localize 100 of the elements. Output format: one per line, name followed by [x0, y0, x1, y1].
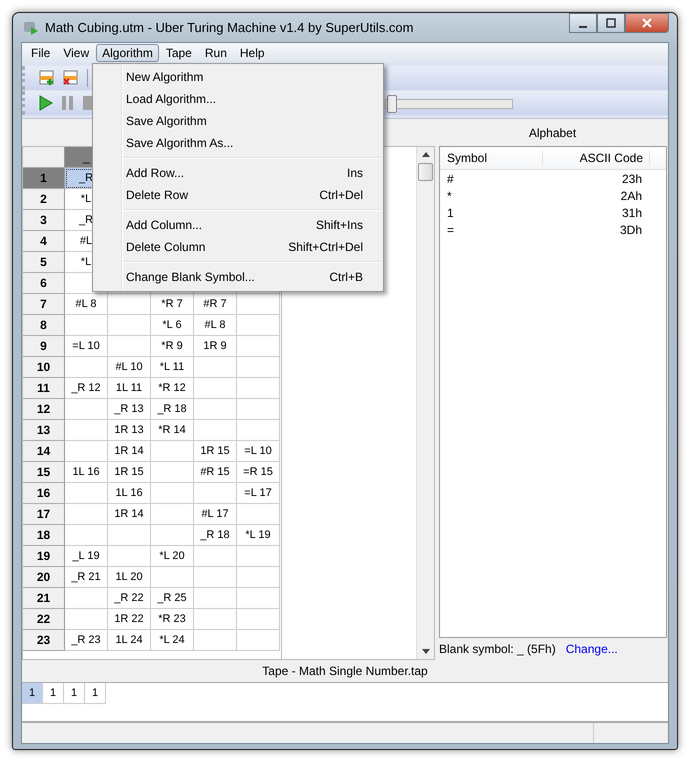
table-cell: *R 23 [151, 609, 194, 630]
table-cell: 1R 22 [108, 609, 151, 630]
tape-cell[interactable]: 1 [43, 683, 64, 704]
maximize-button[interactable] [597, 13, 625, 33]
table-cell [65, 483, 108, 504]
table-cell [237, 399, 280, 420]
table-cell [151, 462, 194, 483]
table-cell: #R 15 [194, 462, 237, 483]
row-header[interactable]: 11 [23, 378, 65, 399]
table-cell: 1R 14 [108, 504, 151, 525]
menu-item[interactable]: File [25, 44, 56, 62]
menu-item[interactable]: Help [234, 44, 271, 62]
minimize-button[interactable] [569, 13, 597, 33]
row-header[interactable]: 15 [23, 462, 65, 483]
menu-entry[interactable]: Save Algorithm [93, 110, 383, 132]
table-cell: _L 19 [65, 546, 108, 567]
row-header[interactable]: 3 [23, 210, 65, 231]
row-header[interactable]: 18 [23, 525, 65, 546]
ascii-code-text: 3Dh [618, 222, 643, 236]
tape-cell[interactable]: 1 [22, 683, 43, 704]
table-cell: #L 8 [194, 315, 237, 336]
table-cell [194, 399, 237, 420]
table-cell: #L 17 [194, 504, 237, 525]
row-header[interactable]: 13 [23, 420, 65, 441]
play-icon[interactable] [39, 95, 53, 111]
scroll-down-icon[interactable] [422, 649, 430, 654]
menu-item[interactable]: Run [198, 44, 233, 62]
row-header[interactable]: 20 [23, 567, 65, 588]
row-header[interactable]: 19 [23, 546, 65, 567]
row-header[interactable]: 23 [23, 630, 65, 651]
table-cell [237, 420, 280, 441]
table-cell [237, 609, 280, 630]
table-cell [65, 315, 108, 336]
row-header[interactable]: 9 [23, 336, 65, 357]
row-header[interactable]: 8 [23, 315, 65, 336]
table-cell [237, 357, 280, 378]
table-cell: _R 18 [194, 525, 237, 546]
row-header[interactable]: 16 [23, 483, 65, 504]
table-cell [65, 504, 108, 525]
table-cell [65, 525, 108, 546]
window-title: Math Cubing.utm - Uber Turing Machine v1.4 by SuperUtils.com [45, 20, 414, 35]
table-cell: #L 10 [108, 357, 151, 378]
table-cell [194, 630, 237, 651]
app-icon [23, 20, 39, 36]
menu-entry[interactable]: Load Algorithm... [93, 88, 383, 110]
row-header[interactable]: 2 [23, 189, 65, 210]
table-cell [151, 567, 194, 588]
table-cell [108, 546, 151, 567]
table-cell [237, 546, 280, 567]
table-cell [108, 525, 151, 546]
row-header[interactable]: 6 [23, 273, 65, 294]
table-cell: *R 14 [151, 420, 194, 441]
delete-table-icon[interactable] [63, 70, 79, 86]
speed-slider[interactable] [385, 94, 515, 112]
menu-item[interactable]: Tape [160, 44, 198, 62]
scrollbar[interactable] [416, 147, 434, 659]
row-header[interactable]: 17 [23, 504, 65, 525]
row-header[interactable]: 7 [23, 294, 65, 315]
scroll-up-icon[interactable] [422, 152, 430, 157]
table-cell [237, 588, 280, 609]
tape-cell[interactable]: 1 [85, 683, 106, 704]
table-cell: _R 13 [108, 399, 151, 420]
scroll-thumb[interactable] [418, 163, 433, 181]
table-cell: 1L 11 [108, 378, 151, 399]
tape-cell[interactable]: 1 [64, 683, 85, 704]
symbol-text: * [446, 188, 453, 202]
column-header[interactable]: Symbol [440, 151, 543, 165]
symbol-text: 1 [446, 206, 455, 220]
table-cell: _R 21 [65, 567, 108, 588]
table-cell: *L 11 [151, 357, 194, 378]
table-cell: *L 19 [237, 525, 280, 546]
table-cell: _R 12 [65, 378, 108, 399]
row-header[interactable]: 12 [23, 399, 65, 420]
row-header[interactable]: 21 [23, 588, 65, 609]
table-cell: 1L 16 [108, 483, 151, 504]
change-link[interactable]: Change... [566, 642, 618, 656]
row-header[interactable]: 1 [23, 168, 65, 189]
table-cell [65, 588, 108, 609]
ascii-code-text: 31h [620, 206, 643, 220]
menu-item[interactable]: Algorithm [96, 44, 159, 62]
minimize-icon [579, 26, 587, 28]
ascii-code-text: 23h [620, 172, 643, 186]
row-header[interactable]: 5 [23, 252, 65, 273]
table-cell: *L 24 [151, 630, 194, 651]
table-cell: *R 9 [151, 336, 194, 357]
table-cell: 1R 9 [194, 336, 237, 357]
table-cell [108, 294, 151, 315]
table-cell [237, 567, 280, 588]
table-cell [194, 546, 237, 567]
table-cell [237, 315, 280, 336]
menu-item[interactable]: View [57, 44, 96, 62]
table-cell: _R 23 [65, 630, 108, 651]
column-header[interactable]: ASCII Code [543, 151, 650, 165]
row-header[interactable]: 4 [23, 231, 65, 252]
row-header[interactable]: 22 [23, 609, 65, 630]
row-header[interactable]: 14 [23, 441, 65, 462]
add-table-icon[interactable] [39, 70, 55, 86]
close-button[interactable] [625, 13, 669, 33]
table-cell [151, 441, 194, 462]
row-header[interactable]: 10 [23, 357, 65, 378]
